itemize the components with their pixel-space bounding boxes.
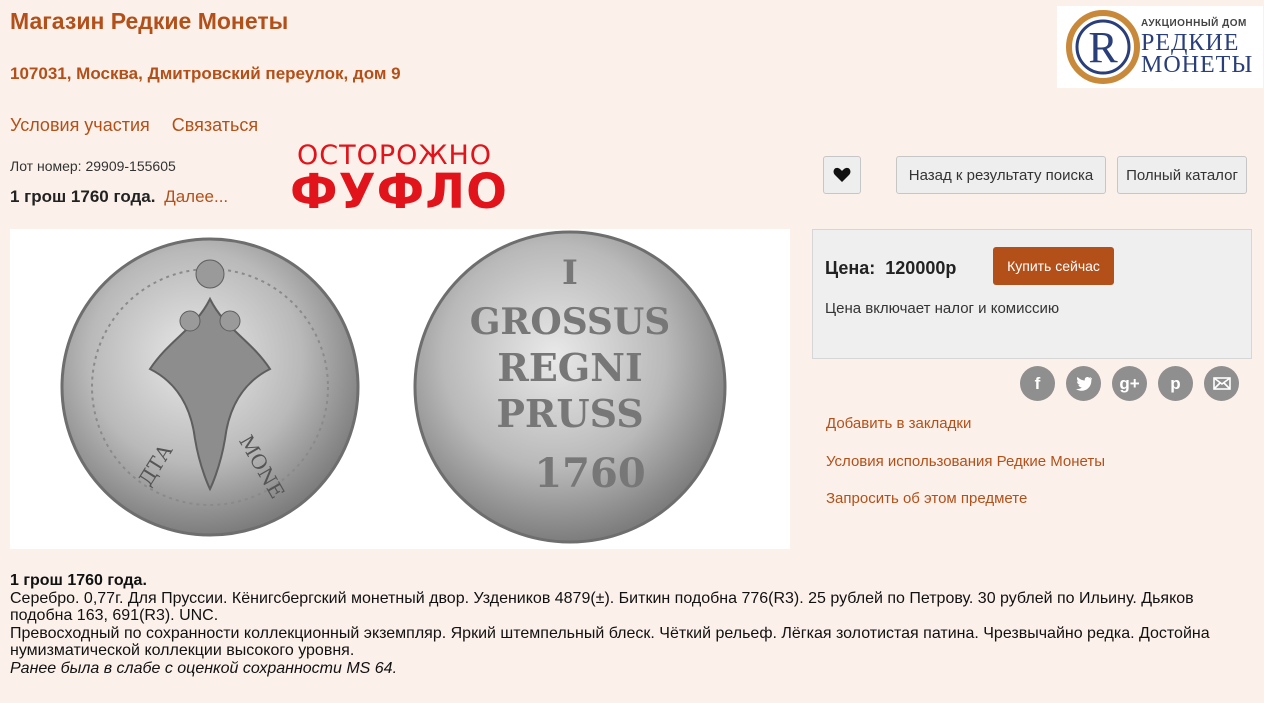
facebook-icon[interactable]: f (1020, 366, 1055, 401)
pinterest-icon[interactable]: p (1158, 366, 1193, 401)
coin-reverse: I GROSSUS REGNI PRUSS 1760 (413, 230, 727, 544)
warning-stamp: ФУФЛО (290, 164, 508, 220)
lot-title: 1 грош 1760 года. Далее... (10, 187, 228, 207)
social-share-bar: f g+ p (1020, 366, 1239, 401)
coin-reverse-line-5: 1760 (534, 450, 645, 497)
lot-number: Лот номер: 29909-155605 (10, 158, 176, 174)
buy-now-button[interactable]: Купить сейчас (993, 247, 1114, 285)
back-to-results-button[interactable]: Назад к результату поиска (896, 156, 1106, 194)
description-specs: Серебро. 0,77г. Для Пруссии. Кёнигсбергс… (10, 589, 1194, 625)
coin-reverse-line-1: I (562, 253, 578, 293)
google-plus-icon[interactable]: g+ (1112, 366, 1147, 401)
full-catalog-button[interactable]: Полный каталог (1117, 156, 1247, 194)
coin-image-panel[interactable]: ДТА MONE I GROSSUS REGNI PRUSS 1760 (10, 229, 790, 549)
brand-logo[interactable]: R АУКЦИОННЫЙ ДОМ РЕДКИЕ МОНЕТЫ (1057, 6, 1263, 88)
email-icon[interactable] (1204, 366, 1239, 401)
terms-of-use-link[interactable]: Условия использования Редкие Монеты (826, 453, 1105, 470)
twitter-icon[interactable] (1066, 366, 1101, 401)
heart-icon (833, 167, 851, 182)
price-note: Цена включает налог и комиссию (825, 300, 1060, 317)
description-title: 1 грош 1760 года. (10, 572, 147, 589)
svg-text:R: R (1088, 23, 1118, 72)
coin-reverse-line-2: GROSSUS (470, 301, 671, 343)
lot-title-text: 1 грош 1760 года. (10, 187, 156, 206)
logo-text-top: АУКЦИОННЫЙ ДОМ (1141, 18, 1247, 29)
shop-address: 107031, Москва, Дмитровский переулок, до… (10, 64, 401, 83)
add-bookmark-link[interactable]: Добавить в закладки (826, 415, 971, 432)
description-condition: Превосходный по сохранности коллекционны… (10, 624, 1210, 660)
coin-photos: ДТА MONE I GROSSUS REGNI PRUSS 1760 (60, 230, 727, 544)
shop-title: Магазин Редкие Монеты (10, 8, 289, 34)
coin-reverse-line-3: REGNI (497, 345, 643, 390)
price-label: Цена: 120000р (825, 258, 956, 279)
top-nav: Условия участия Связаться (10, 115, 258, 136)
nav-contact-link[interactable]: Связаться (172, 115, 258, 136)
favorite-button[interactable] (823, 156, 861, 194)
logo-text-bottom: МОНЕТЫ (1141, 52, 1254, 78)
inquire-link[interactable]: Запросить об этом предмете (826, 490, 1027, 507)
nav-terms-link[interactable]: Условия участия (10, 115, 150, 136)
logo-emblem-icon: R (1066, 10, 1140, 84)
coin-reverse-line-4: PRUSS (496, 391, 643, 436)
coin-obverse: ДТА MONE (60, 237, 360, 537)
description-note: Ранее была в слабе с оценкой сохранности… (10, 659, 398, 677)
price-caption: Цена: (825, 258, 876, 278)
price-value: 120000р (885, 258, 957, 278)
lot-description: 1 грош 1760 года. Серебро. 0,77г. Для Пр… (10, 572, 1250, 677)
lot-more-link[interactable]: Далее... (164, 187, 228, 206)
